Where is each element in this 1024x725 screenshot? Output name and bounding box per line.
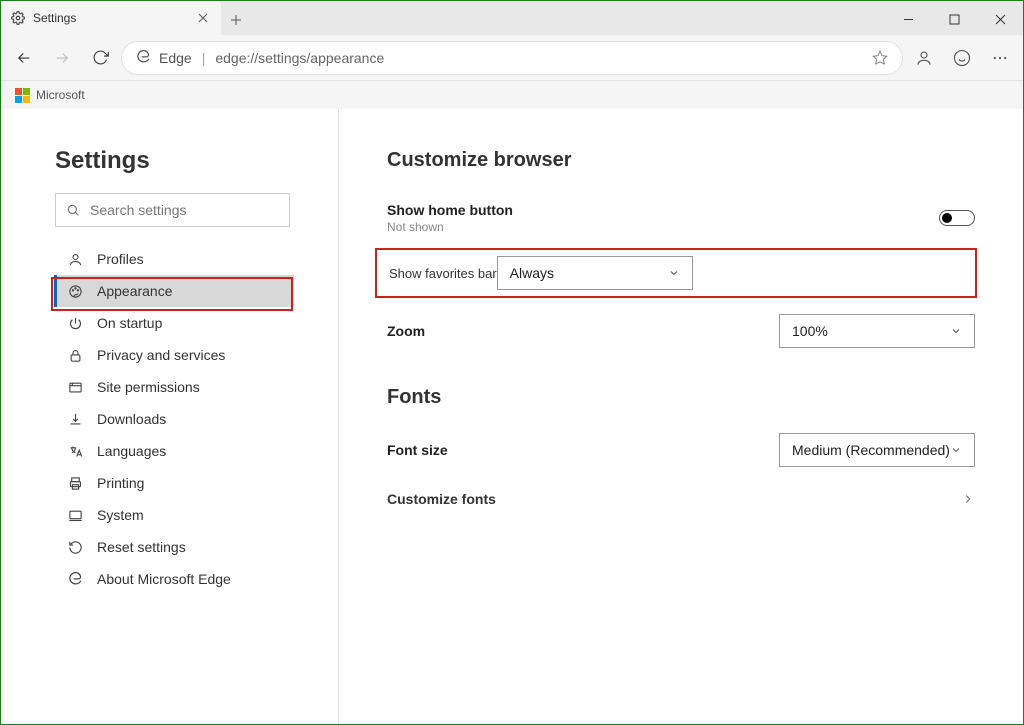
nav-list: Profiles Appearance On startup Privacy a… bbox=[1, 239, 338, 595]
select-value: 100% bbox=[792, 323, 828, 339]
zoom-select[interactable]: 100% bbox=[779, 314, 975, 348]
minimize-button[interactable] bbox=[885, 3, 931, 35]
section-heading: Customize browser bbox=[387, 149, 975, 172]
url-text: edge://settings/appearance bbox=[215, 50, 384, 66]
brand-label: Microsoft bbox=[36, 88, 85, 102]
gear-icon bbox=[11, 11, 25, 25]
brand-bar: Microsoft bbox=[1, 81, 1023, 109]
sidebar-item-startup[interactable]: On startup bbox=[54, 307, 294, 339]
sidebar-item-system[interactable]: System bbox=[54, 499, 294, 531]
search-input[interactable]: Search settings bbox=[55, 193, 290, 227]
sidebar-item-label: Reset settings bbox=[97, 539, 186, 555]
font-size-select[interactable]: Medium (Recommended) bbox=[779, 433, 975, 467]
home-button-label: Show home button bbox=[387, 202, 513, 218]
sidebar-item-label: Languages bbox=[97, 443, 166, 459]
sidebar: Settings Search settings Profiles Appear… bbox=[1, 109, 339, 724]
home-button-sub: Not shown bbox=[387, 220, 513, 234]
search-icon bbox=[66, 203, 80, 217]
sidebar-item-label: Profiles bbox=[97, 251, 144, 267]
font-size-label: Font size bbox=[387, 442, 448, 458]
maximize-button[interactable] bbox=[931, 3, 977, 35]
sidebar-item-permissions[interactable]: Site permissions bbox=[54, 371, 294, 403]
search-placeholder: Search settings bbox=[90, 202, 187, 218]
chevron-down-icon bbox=[668, 267, 680, 279]
sidebar-item-languages[interactable]: Languages bbox=[54, 435, 294, 467]
row-favorites-bar: Show favorites bar Always bbox=[377, 256, 975, 290]
address-bar[interactable]: Edge | edge://settings/appearance bbox=[121, 41, 903, 75]
sidebar-item-downloads[interactable]: Downloads bbox=[54, 403, 294, 435]
home-button-toggle[interactable] bbox=[939, 210, 975, 226]
new-tab-button[interactable] bbox=[221, 5, 251, 35]
row-home-button: Show home button Not shown bbox=[387, 192, 975, 244]
sidebar-item-label: Privacy and services bbox=[97, 347, 225, 363]
sidebar-item-reset[interactable]: Reset settings bbox=[54, 531, 294, 563]
chevron-down-icon bbox=[950, 325, 962, 337]
tab-title: Settings bbox=[33, 11, 195, 25]
select-value: Medium (Recommended) bbox=[792, 442, 950, 458]
forward-button[interactable] bbox=[45, 41, 79, 75]
sidebar-item-appearance[interactable]: Appearance bbox=[54, 275, 294, 307]
content: Customize browser Show home button Not s… bbox=[339, 109, 1023, 724]
sidebar-item-label: Site permissions bbox=[97, 379, 200, 395]
sidebar-item-printing[interactable]: Printing bbox=[54, 467, 294, 499]
close-icon[interactable] bbox=[195, 10, 211, 26]
edge-icon bbox=[136, 50, 151, 65]
titlebar: Settings bbox=[1, 1, 1023, 35]
customize-fonts-label: Customize fonts bbox=[387, 491, 496, 507]
main: Settings Search settings Profiles Appear… bbox=[1, 109, 1023, 724]
window-controls bbox=[885, 3, 1023, 35]
back-button[interactable] bbox=[7, 41, 41, 75]
sidebar-item-label: Printing bbox=[97, 475, 144, 491]
separator: | bbox=[202, 50, 206, 66]
sidebar-item-label: About Microsoft Edge bbox=[97, 571, 231, 587]
sidebar-item-privacy[interactable]: Privacy and services bbox=[54, 339, 294, 371]
browser-tab[interactable]: Settings bbox=[1, 1, 221, 35]
power-icon bbox=[67, 316, 83, 331]
chevron-right-icon bbox=[961, 492, 975, 506]
zoom-label: Zoom bbox=[387, 323, 425, 339]
section-heading: Fonts bbox=[387, 386, 975, 409]
sidebar-item-label: Downloads bbox=[97, 411, 166, 427]
person-icon bbox=[67, 252, 83, 267]
microsoft-logo-icon bbox=[15, 88, 30, 103]
toolbar: Edge | edge://settings/appearance bbox=[1, 35, 1023, 81]
palette-icon bbox=[67, 284, 83, 299]
feedback-button[interactable] bbox=[945, 41, 979, 75]
edge-icon bbox=[67, 572, 83, 587]
reset-icon bbox=[67, 540, 83, 555]
close-window-button[interactable] bbox=[977, 3, 1023, 35]
row-customize-fonts[interactable]: Customize fonts bbox=[387, 477, 975, 521]
select-value: Always bbox=[510, 265, 554, 281]
lock-icon bbox=[67, 348, 83, 363]
profile-button[interactable] bbox=[907, 41, 941, 75]
languages-icon bbox=[67, 444, 83, 459]
printer-icon bbox=[67, 476, 83, 491]
sidebar-item-label: Appearance bbox=[97, 283, 173, 299]
more-button[interactable] bbox=[983, 41, 1017, 75]
sidebar-item-label: System bbox=[97, 507, 144, 523]
row-font-size: Font size Medium (Recommended) bbox=[387, 423, 975, 477]
sidebar-item-label: On startup bbox=[97, 315, 162, 331]
favorites-bar-label: Show favorites bar bbox=[389, 266, 497, 281]
download-icon bbox=[67, 412, 83, 427]
refresh-button[interactable] bbox=[83, 41, 117, 75]
row-zoom: Zoom 100% bbox=[387, 304, 975, 358]
system-icon bbox=[67, 508, 83, 523]
edge-label: Edge bbox=[159, 50, 192, 66]
sidebar-item-about[interactable]: About Microsoft Edge bbox=[54, 563, 294, 595]
chevron-down-icon bbox=[950, 444, 962, 456]
sidebar-item-profiles[interactable]: Profiles bbox=[54, 243, 294, 275]
favorites-bar-select[interactable]: Always bbox=[497, 256, 693, 290]
highlight-box: Show favorites bar Always bbox=[375, 248, 977, 298]
permissions-icon bbox=[67, 380, 83, 395]
settings-heading: Settings bbox=[1, 147, 338, 193]
favorite-star-icon[interactable] bbox=[872, 50, 888, 66]
